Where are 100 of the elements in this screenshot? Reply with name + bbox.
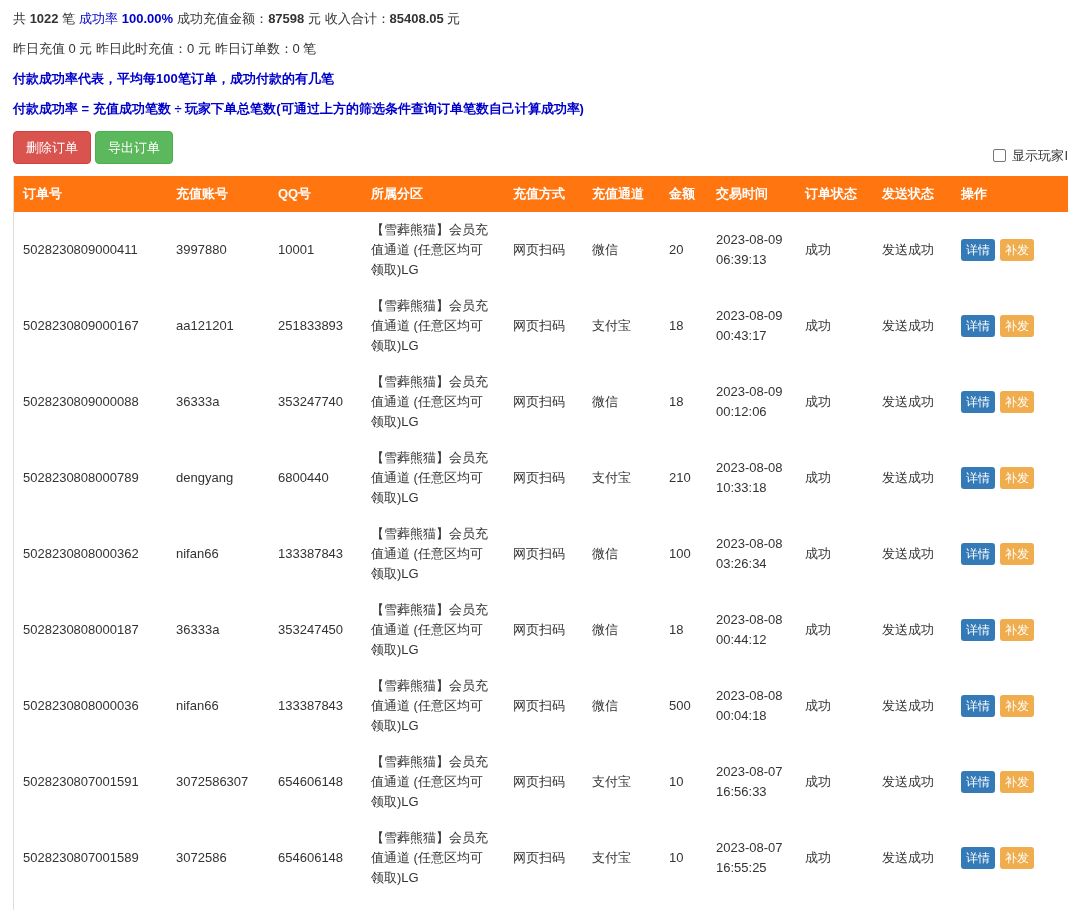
- table-cell: 353247450: [278, 622, 344, 637]
- table-cell: 【雪葬熊猫】会员充值通道 (任意区均可领取)LG: [371, 526, 488, 581]
- table-cell: 发送成功: [882, 850, 934, 865]
- table-cell: 18: [669, 622, 684, 637]
- table-cell: 【雪葬熊猫】会员充值通道 (任意区均可领取)LG: [371, 602, 488, 657]
- column-header: 充值方式: [513, 186, 565, 202]
- table-cell: 2023-08-08 10:33:18: [716, 460, 783, 495]
- table-cell: 发送成功: [882, 242, 934, 257]
- table-cell: 3997880: [176, 242, 227, 257]
- column-header: QQ号: [278, 186, 312, 202]
- details-button[interactable]: 详情: [961, 467, 995, 489]
- table-cell: 【雪葬熊猫】会员充值通道 (任意区均可领取)LG: [371, 374, 488, 429]
- table-cell: 成功: [805, 394, 831, 409]
- details-button[interactable]: 详情: [961, 315, 995, 337]
- details-button[interactable]: 详情: [961, 847, 995, 869]
- table-cell: 【雪葬熊猫】会员充值通道 (任意区均可领取)LG: [371, 298, 488, 353]
- table-cell: 5028230809000167: [23, 318, 139, 333]
- table-cell: 5028230807001591: [23, 774, 139, 789]
- table-cell: 20: [669, 242, 684, 257]
- table-cell: 支付宝: [592, 774, 631, 789]
- column-header: 金额: [669, 186, 695, 202]
- details-button[interactable]: 详情: [961, 771, 995, 793]
- table-cell: 发送成功: [882, 394, 934, 409]
- table-cell: 发送成功: [882, 622, 934, 637]
- table-cell: 5028230808000036: [23, 698, 139, 713]
- table-cell: 133387843: [278, 546, 344, 561]
- order-count-text: 共 1022 笔: [13, 10, 76, 28]
- table-cell: 网页扫码: [513, 546, 565, 561]
- table-cell: 10: [669, 850, 684, 865]
- table-cell: 支付宝: [592, 318, 631, 333]
- table-cell: 微信: [592, 394, 618, 409]
- table-cell: 网页扫码: [513, 622, 565, 637]
- amount-summary-text: 成功充值金额：87598 元 收入合计：85408.05 元: [177, 10, 461, 28]
- table-cell: 网页扫码: [513, 470, 565, 485]
- table-cell: 500: [669, 698, 691, 713]
- delete-orders-button[interactable]: 删除订单: [13, 131, 91, 164]
- table-cell: 【雪葬熊猫】会员充值通道 (任意区均可领取)LG: [371, 678, 488, 733]
- table-cell: 支付宝: [592, 850, 631, 865]
- table-cell: 【雪葬熊猫】会员充值通道 (任意区均可领取)LG: [371, 830, 488, 885]
- table-cell: 2023-08-09 00:12:06: [716, 384, 783, 419]
- table-cell: 2023-08-08 03:26:34: [716, 536, 783, 571]
- details-button[interactable]: 详情: [961, 619, 995, 641]
- table-cell: 网页扫码: [513, 394, 565, 409]
- table-cell: 2023-08-07 16:56:33: [716, 764, 783, 799]
- table-cell: 210: [669, 470, 691, 485]
- table-cell: 发送成功: [882, 318, 934, 333]
- column-header: 充值通道: [592, 186, 644, 202]
- table-cell: 网页扫码: [513, 698, 565, 713]
- table-cell: 微信: [592, 622, 618, 637]
- table-cell: 3072586: [176, 850, 227, 865]
- table-cell: 成功: [805, 622, 831, 637]
- table-cell: 【雪葬熊猫】会员充值通道 (任意区均可领取)LG: [371, 450, 488, 505]
- table-cell: aa121201: [176, 318, 234, 333]
- table-cell: 网页扫码: [513, 318, 565, 333]
- table-cell: 2023-08-08 00:44:12: [716, 612, 783, 647]
- table-cell: 18: [669, 318, 684, 333]
- column-header: 交易时间: [716, 186, 768, 202]
- details-button[interactable]: 详情: [961, 391, 995, 413]
- details-button[interactable]: 详情: [961, 239, 995, 261]
- column-header: 所属分区: [371, 186, 423, 202]
- success-rate-note: 付款成功率代表，平均每100笔订单，成功付款的有几笔: [13, 71, 334, 86]
- table-cell: 发送成功: [882, 698, 934, 713]
- details-button[interactable]: 详情: [961, 543, 995, 565]
- checkbox[interactable]: [993, 148, 1007, 162]
- table-cell: 5028230809000088: [23, 394, 139, 409]
- column-header: 操作: [961, 186, 987, 202]
- yesterday-summary-text: 昨日充值 0 元 昨日此时充值：0 元 昨日订单数：0 笔: [13, 41, 317, 56]
- table-cell: 成功: [805, 242, 831, 257]
- table-cell: 发送成功: [882, 470, 934, 485]
- details-button[interactable]: 详情: [961, 695, 995, 717]
- table-cell: 发送成功: [882, 546, 934, 561]
- table-cell: 成功: [805, 546, 831, 561]
- table-cell: 成功: [805, 698, 831, 713]
- table-cell: 2023-08-09 06:39:13: [716, 232, 783, 267]
- column-header: 充值账号: [176, 186, 228, 202]
- table-cell: nifan66: [176, 698, 219, 713]
- table-cell: 网页扫码: [513, 774, 565, 789]
- table-cell: 发送成功: [882, 774, 934, 789]
- table-cell: 2023-08-08 00:04:18: [716, 688, 783, 723]
- table-cell: dengyang: [176, 470, 234, 485]
- table-cell: 18: [669, 394, 684, 409]
- table-cell: 网页扫码: [513, 850, 565, 865]
- table-cell: 36333a: [176, 394, 220, 409]
- table-cell: 3072586307: [176, 774, 249, 789]
- table-cell: 支付宝: [592, 470, 631, 485]
- table-cell: 成功: [805, 774, 831, 789]
- table-cell: 微信: [592, 698, 618, 713]
- export-orders-button[interactable]: 导出订单: [95, 131, 173, 164]
- show-ip-label: 显示玩家I: [1012, 146, 1068, 165]
- table-cell: 5028230808000187: [23, 622, 139, 637]
- table-cell: 654606148: [278, 850, 344, 865]
- table-cell: 36333a: [176, 622, 220, 637]
- success-rate-text: 成功率 100.00%: [79, 10, 174, 28]
- table-cell: 微信: [592, 546, 618, 561]
- success-rate-note: 付款成功率 = 充值成功笔数 ÷ 玩家下单总笔数(可通过上方的筛选条件查询订单笔数自己计算成功率): [13, 101, 584, 116]
- table-cell: 【雪葬熊猫】会员充值通道 (任意区均可领取)LG: [371, 222, 488, 277]
- table-cell: 5028230809000411: [23, 242, 138, 257]
- table-cell: 网页扫码: [513, 242, 565, 257]
- table-cell: 353247740: [278, 394, 344, 409]
- column-header: 发送状态: [882, 186, 934, 202]
